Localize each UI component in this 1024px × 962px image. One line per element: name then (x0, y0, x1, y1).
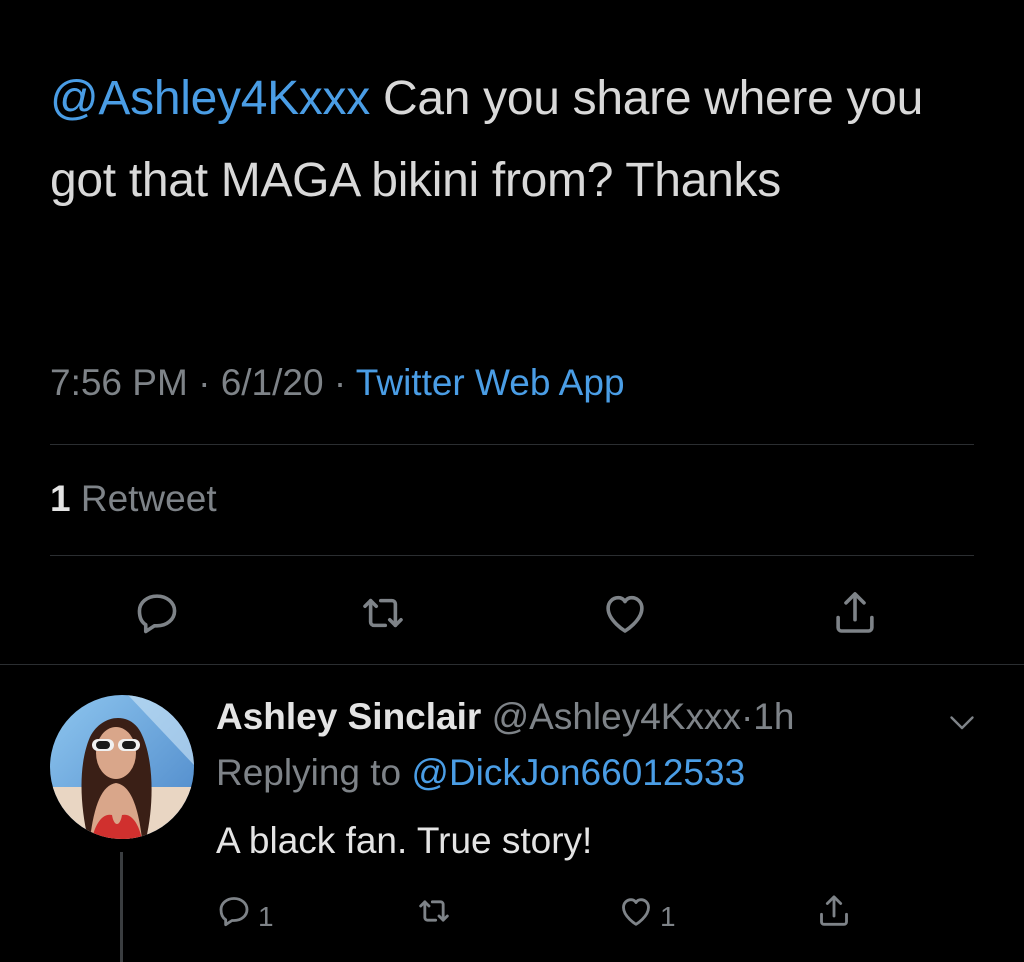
tweet-time[interactable]: 7:56 PM (50, 362, 188, 403)
retweet-icon[interactable] (356, 586, 410, 640)
retweet-label: Retweet (80, 478, 217, 519)
heart-icon[interactable] (598, 586, 652, 640)
share-icon (820, 895, 848, 926)
thread-line (120, 852, 123, 962)
avatar[interactable] (50, 695, 194, 839)
meta-separator: · (198, 362, 211, 403)
replying-to-mention[interactable]: @DickJon66012533 (411, 752, 745, 793)
author-handle[interactable]: @Ashley4Kxxx (492, 696, 741, 737)
chevron-down-icon[interactable] (944, 704, 980, 740)
reply-retweet-button[interactable] (414, 888, 454, 934)
mention-link[interactable]: @Ashley4Kxxx (50, 72, 370, 125)
reply-text: A black fan. True story! (216, 820, 593, 861)
tweet-meta: 7:56 PM · 6/1/20 · Twitter Web App (50, 362, 625, 404)
retweet-count: 1 (50, 478, 71, 519)
main-tweet-text: @Ashley4Kxxx Can you share where you got… (50, 58, 990, 222)
divider (50, 555, 974, 556)
reply-count: 1 (258, 901, 274, 932)
heart-icon (622, 898, 650, 926)
divider (50, 444, 974, 445)
reply-time[interactable]: 1h (753, 696, 794, 737)
header-separator: · (740, 696, 754, 737)
replying-label: Replying to (216, 752, 402, 793)
retweet-icon (419, 900, 449, 922)
like-count: 1 (660, 901, 676, 932)
reply-reply-button[interactable]: 1 (214, 888, 274, 934)
reply-header: Ashley Sinclair @Ashley4Kxxx·1h (216, 696, 794, 738)
reply-bubble-icon (219, 897, 249, 927)
replying-to-line: Replying to @DickJon66012533 (216, 752, 745, 794)
meta-separator: · (333, 362, 347, 403)
reply-share-button[interactable] (814, 888, 854, 934)
retweet-stats[interactable]: 1 Retweet (50, 478, 217, 520)
share-icon[interactable] (828, 586, 882, 640)
reply-like-button[interactable]: 1 (616, 888, 676, 934)
author-name[interactable]: Ashley Sinclair (216, 696, 481, 737)
divider (0, 664, 1024, 665)
tweet-source-link[interactable]: Twitter Web App (356, 362, 625, 403)
tweet-date[interactable]: 6/1/20 (221, 362, 324, 403)
reply-bubble-icon[interactable] (130, 586, 184, 640)
tweet-detail-page: @Ashley4Kxxx Can you share where you got… (0, 0, 1024, 962)
reply-tweet[interactable]: Ashley Sinclair @Ashley4Kxxx·1h Replying… (0, 666, 1024, 962)
